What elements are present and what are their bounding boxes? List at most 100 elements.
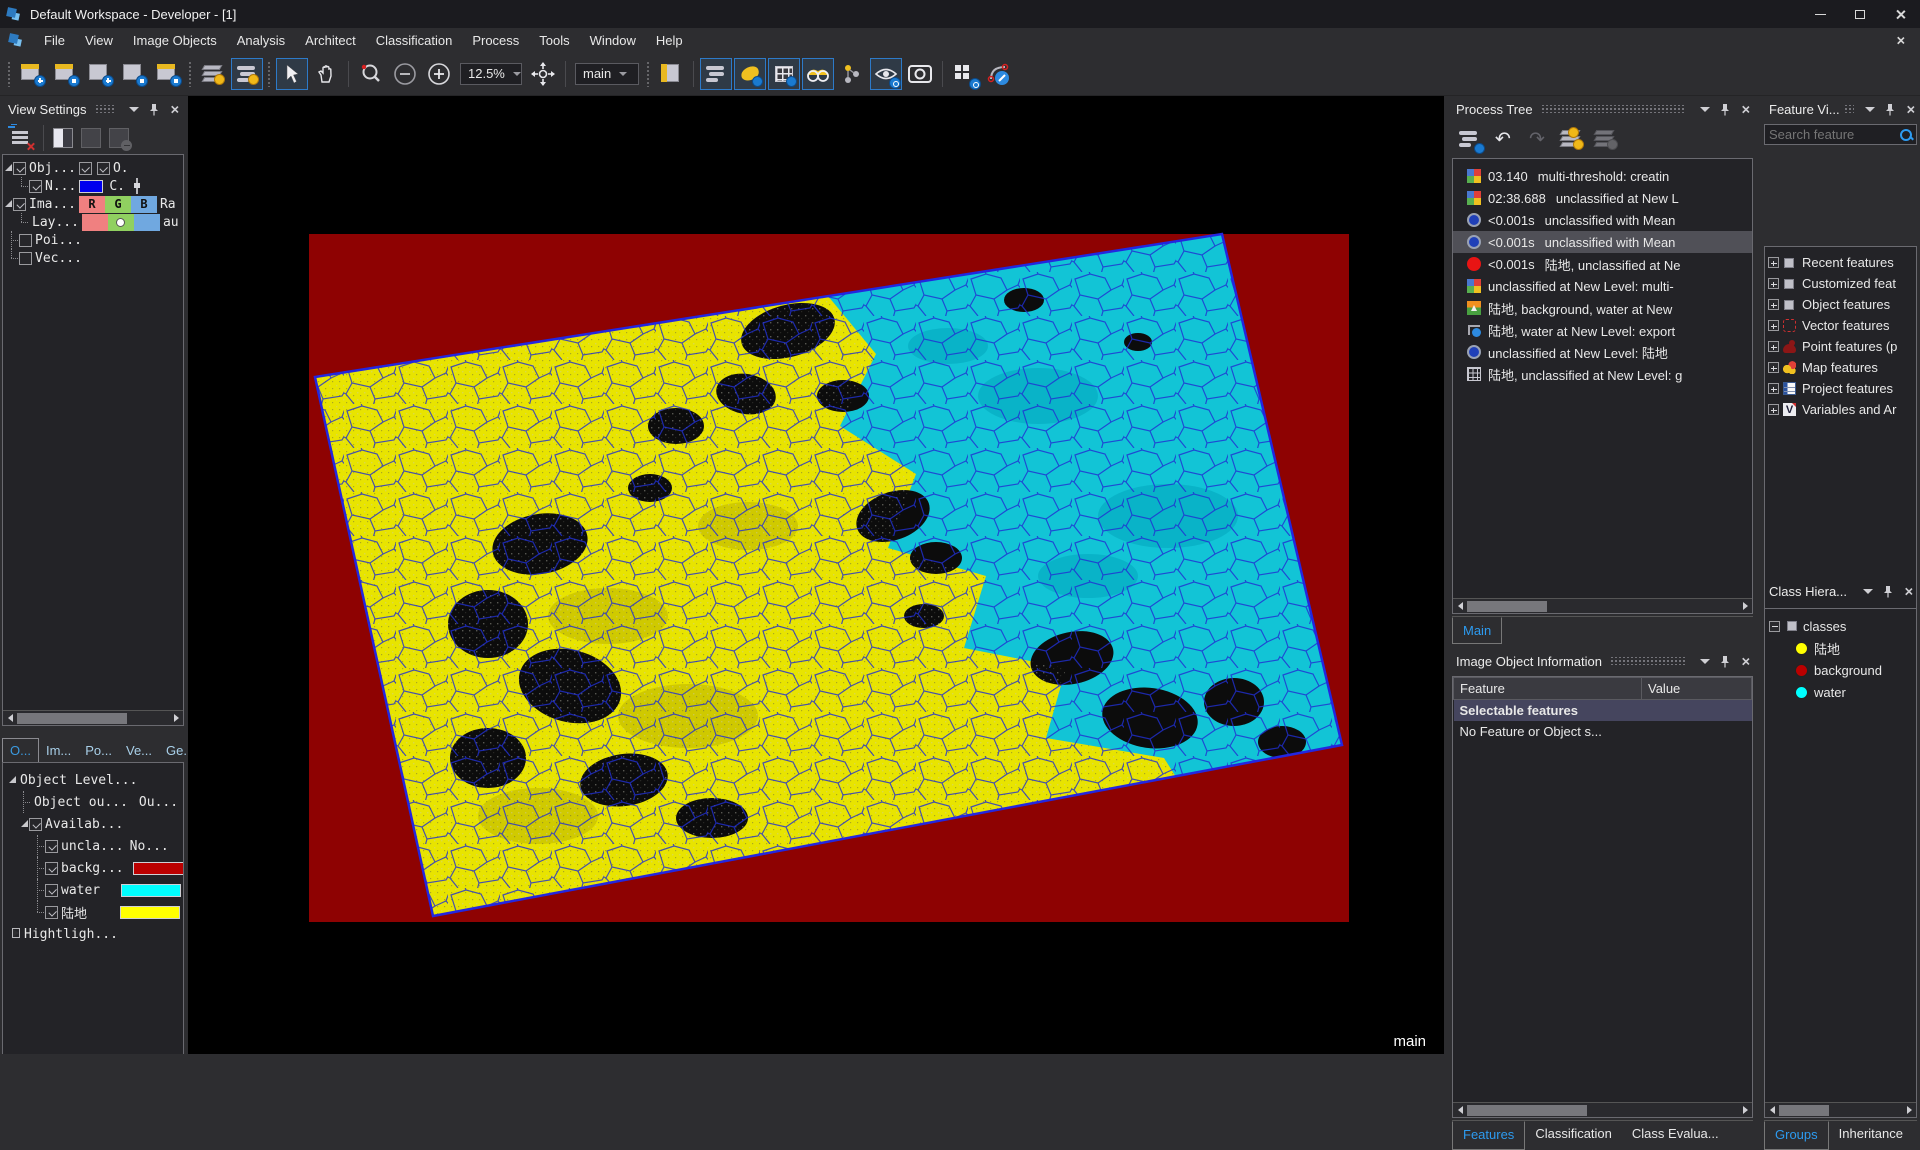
object-information-toggle-button[interactable] xyxy=(768,58,800,90)
expand-plus-icon[interactable] xyxy=(1768,278,1779,289)
class-hierarchy-button[interactable] xyxy=(836,58,868,90)
tree-row-background-class[interactable]: backg... xyxy=(3,857,183,879)
manage-customized-features-button[interactable] xyxy=(949,58,981,90)
remove-view-icon[interactable] xyxy=(109,128,129,148)
panel-close-button[interactable] xyxy=(1900,583,1916,599)
expander-open-icon[interactable] xyxy=(3,163,13,173)
zoom-in-button[interactable] xyxy=(423,58,455,90)
process-row[interactable]: 03.140multi-threshold: creatin xyxy=(1453,165,1752,187)
vectors-checkbox[interactable] xyxy=(19,252,32,265)
feature-row-point[interactable]: Point features (p xyxy=(1765,336,1916,357)
expander-open-icon[interactable] xyxy=(3,199,13,209)
scroll-right-icon[interactable] xyxy=(169,712,183,725)
panel-close-button[interactable] xyxy=(1737,101,1753,117)
tree-row-object-level[interactable]: Object Level... xyxy=(3,769,183,791)
tab-image-layers[interactable]: Im... xyxy=(39,739,78,762)
panel-grip[interactable] xyxy=(1844,105,1854,113)
collapse-minus-icon[interactable] xyxy=(1769,621,1780,632)
expand-plus-icon[interactable] xyxy=(1768,320,1779,331)
expand-plus-icon[interactable] xyxy=(1768,257,1779,268)
menu-tools[interactable]: Tools xyxy=(529,30,579,51)
tree-row-points[interactable]: Poi... xyxy=(3,231,183,249)
process-row-selected[interactable]: <0.001sunclassified with Mean xyxy=(1453,231,1752,253)
tab-object-levels[interactable]: O... xyxy=(2,738,39,762)
unclassified-checkbox[interactable] xyxy=(45,840,58,853)
land-color-swatch[interactable] xyxy=(120,906,180,919)
layer-blue-cell[interactable] xyxy=(134,214,160,231)
process-tree-titlebar[interactable]: Process Tree xyxy=(1448,96,1757,122)
run-process-button[interactable] xyxy=(1556,126,1586,152)
tree-row-unclassified[interactable]: uncla... No... xyxy=(3,835,183,857)
edit-view-list-icon[interactable] xyxy=(10,128,32,148)
feature-row-customized[interactable]: Customized feat xyxy=(1765,273,1916,294)
toolbar-grip[interactable] xyxy=(188,61,193,87)
scroll-right-icon[interactable] xyxy=(1738,600,1752,613)
points-checkbox[interactable] xyxy=(19,234,32,247)
tree-row-highlight[interactable]: Hightligh... xyxy=(3,923,183,945)
menu-view[interactable]: View xyxy=(75,30,123,51)
tree-row-objects[interactable]: Obj... O. xyxy=(3,159,183,177)
class-hierarchy-titlebar[interactable]: Class Hiera... xyxy=(1761,578,1920,604)
panel-close-button[interactable] xyxy=(1737,653,1753,669)
panel-pin-button[interactable] xyxy=(1717,653,1733,669)
class-row-land[interactable]: 陆地 xyxy=(1765,637,1916,659)
side-by-side-view-icon[interactable] xyxy=(81,128,101,148)
tree-row-water-class[interactable]: water xyxy=(3,879,183,901)
menu-process[interactable]: Process xyxy=(462,30,529,51)
menu-window[interactable]: Window xyxy=(580,30,646,51)
panel-menu-button[interactable] xyxy=(126,101,142,117)
tab-inheritance[interactable]: Inheritance xyxy=(1829,1121,1913,1150)
edit-image-layer-mixing-button[interactable] xyxy=(231,58,263,90)
measure-tool-button[interactable] xyxy=(983,58,1015,90)
horizontal-scrollbar[interactable] xyxy=(3,710,183,725)
cursor-select-button[interactable] xyxy=(276,58,308,90)
pan-hand-button[interactable] xyxy=(310,58,342,90)
table-row-empty[interactable]: No Feature or Object s... xyxy=(1454,721,1752,742)
blue-channel-header[interactable]: B xyxy=(131,196,157,213)
expand-plus-icon[interactable] xyxy=(1768,362,1779,373)
scrollbar-thumb[interactable] xyxy=(17,713,127,724)
image-data-checkbox[interactable] xyxy=(13,198,26,211)
water-color-swatch[interactable] xyxy=(121,884,181,897)
class-row-water[interactable]: water xyxy=(1765,681,1916,703)
run-disabled-button[interactable] xyxy=(1590,126,1620,152)
expand-plus-icon[interactable] xyxy=(1768,404,1779,415)
feature-row-object[interactable]: Object features xyxy=(1765,294,1916,315)
menu-classification[interactable]: Classification xyxy=(366,30,463,51)
feature-search-box[interactable] xyxy=(1764,124,1917,145)
panel-pin-button[interactable] xyxy=(1717,101,1733,117)
tab-vectors[interactable]: Ve... xyxy=(119,739,159,762)
land-checkbox[interactable] xyxy=(45,906,58,919)
feature-view-titlebar[interactable]: Feature Vi... xyxy=(1761,96,1920,122)
modify-project-button[interactable] xyxy=(118,58,150,90)
panel-grip[interactable] xyxy=(1851,587,1852,595)
scroll-right-icon[interactable] xyxy=(1902,1104,1916,1117)
horizontal-scrollbar[interactable] xyxy=(1453,598,1752,613)
panel-menu-button[interactable] xyxy=(1862,101,1878,117)
menu-analysis[interactable]: Analysis xyxy=(227,30,295,51)
single-view-icon[interactable] xyxy=(53,128,73,148)
minimize-button[interactable] xyxy=(1800,0,1840,28)
close-button[interactable] xyxy=(1880,0,1920,28)
outline-color-checkbox[interactable] xyxy=(29,180,42,193)
tab-geometry[interactable]: Ge... xyxy=(159,739,186,762)
panel-grip[interactable] xyxy=(1541,105,1685,113)
column-feature[interactable]: Feature xyxy=(1454,678,1642,700)
image-object-info-titlebar[interactable]: Image Object Information xyxy=(1448,648,1757,674)
panel-menu-button[interactable] xyxy=(1860,583,1876,599)
process-row[interactable]: 陆地, water at New Level: export xyxy=(1453,319,1752,341)
feature-row-variables[interactable]: VVariables and Ar xyxy=(1765,399,1916,420)
add-project-button[interactable] xyxy=(84,58,116,90)
green-channel-header[interactable]: G xyxy=(105,196,131,213)
process-row[interactable]: 02:38.688unclassified at New L xyxy=(1453,187,1752,209)
menu-image-objects[interactable]: Image Objects xyxy=(123,30,227,51)
panel-grip[interactable] xyxy=(1610,657,1685,665)
tree-row-available[interactable]: Availab... xyxy=(3,813,183,835)
snapshot-button[interactable] xyxy=(904,58,936,90)
tab-points[interactable]: Po... xyxy=(78,739,119,762)
tree-row-object-outline[interactable]: Object ou... Ou... xyxy=(3,791,183,813)
map-select[interactable]: main xyxy=(575,63,639,85)
tab-groups[interactable]: Groups xyxy=(1764,1121,1829,1150)
expand-plus-icon[interactable] xyxy=(1768,341,1779,352)
scrollbar-thumb[interactable] xyxy=(1779,1105,1829,1116)
